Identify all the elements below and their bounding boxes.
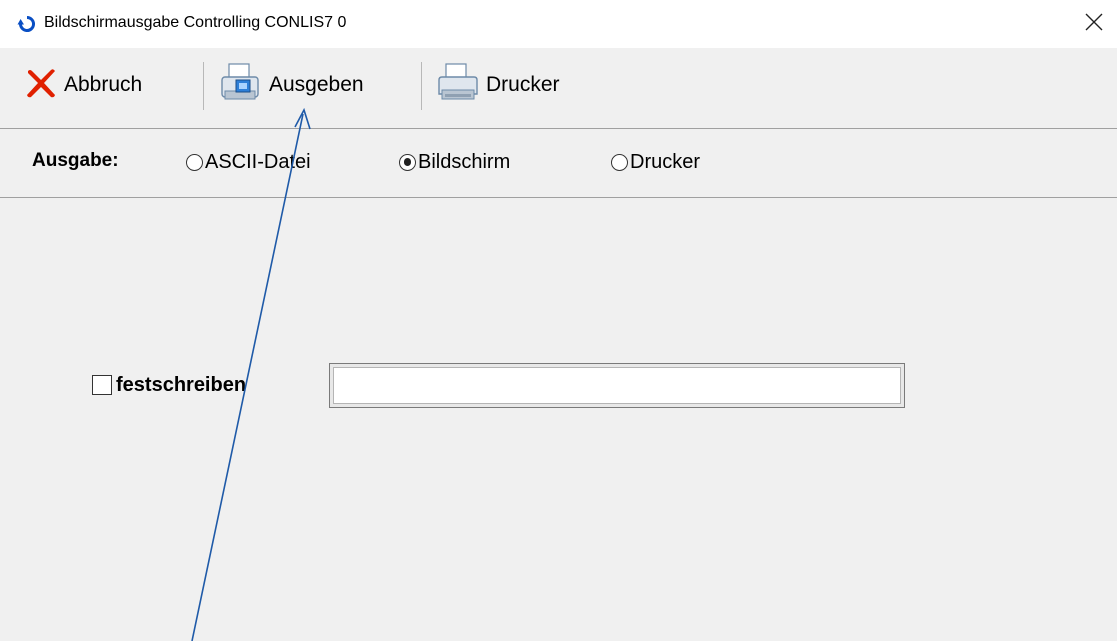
abbruch-label: Abbruch (64, 73, 143, 96)
output-selection-bar: Ausgabe: ASCII-Datei Bildschirm Drucker (0, 129, 1117, 198)
ausgeben-label: Ausgeben (269, 73, 364, 96)
radio-circle (186, 153, 203, 171)
refresh-circle-icon (17, 14, 37, 34)
red-x-cancel-icon (24, 66, 58, 105)
festschreiben-label: festschreiben (116, 374, 247, 396)
drucker-button[interactable]: Drucker (436, 62, 560, 108)
toolbar: Abbruch Ausgeben Drucker (0, 48, 1117, 129)
ausgeben-button[interactable]: Ausgeben (219, 62, 364, 108)
window-title: Bildschirmausgabe Controlling CONLIS7 0 (44, 14, 347, 31)
toolbar-separator (421, 62, 422, 110)
drucker-label: Drucker (486, 73, 560, 96)
printer-preview-icon (219, 61, 263, 110)
festschreiben-checkbox[interactable]: festschreiben (92, 374, 246, 396)
close-button[interactable] (1071, 0, 1117, 48)
festschreiben-text-field (329, 363, 905, 408)
radio-label: Drucker (630, 151, 701, 173)
radio-label: ASCII-Datei (205, 151, 311, 173)
abbruch-button[interactable]: Abbruch (24, 62, 142, 108)
radio-drucker[interactable]: Drucker (611, 151, 700, 173)
ausgabe-label: Ausgabe: (32, 150, 119, 171)
toolbar-separator (203, 62, 204, 110)
festschreiben-input[interactable] (333, 367, 901, 404)
printer-icon (436, 61, 480, 110)
radio-bildschirm[interactable]: Bildschirm (399, 151, 510, 173)
checkbox-box[interactable] (92, 375, 112, 395)
radio-ascii-datei[interactable]: ASCII-Datei (186, 151, 311, 173)
close-icon (1085, 13, 1103, 36)
radio-circle (611, 153, 628, 171)
title-bar: Bildschirmausgabe Controlling CONLIS7 0 (0, 0, 1117, 48)
radio-circle-selected (399, 153, 416, 171)
radio-label: Bildschirm (418, 151, 511, 173)
